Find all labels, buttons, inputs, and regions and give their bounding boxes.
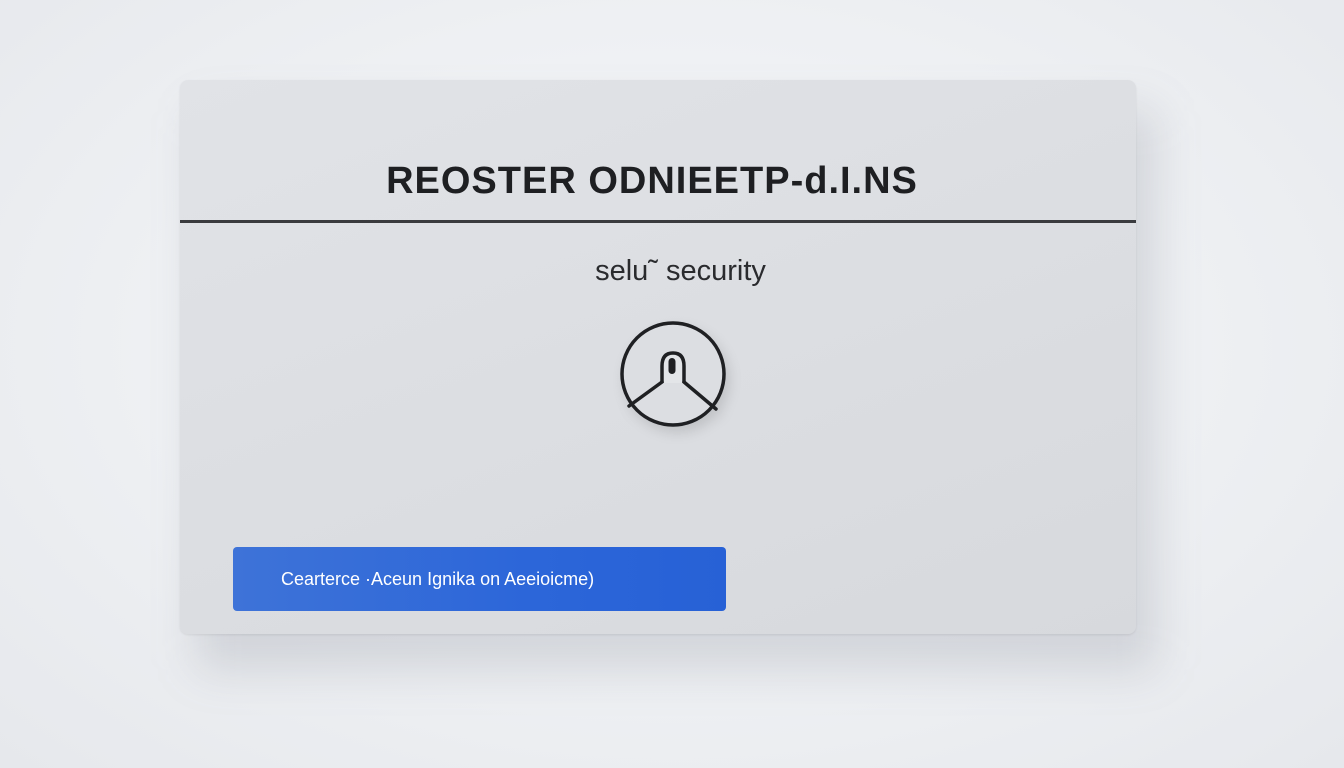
dialog-subtitle: selu˜ security: [595, 255, 766, 287]
dialog-title: REOSTER ODNIEETP-d.I.NS: [386, 160, 918, 202]
padlock-icon: [620, 321, 726, 427]
title-divider: [180, 220, 1136, 223]
setup-action-button[interactable]: Cearterce ·Aceun Ignika on Aeeioicme): [233, 547, 726, 611]
